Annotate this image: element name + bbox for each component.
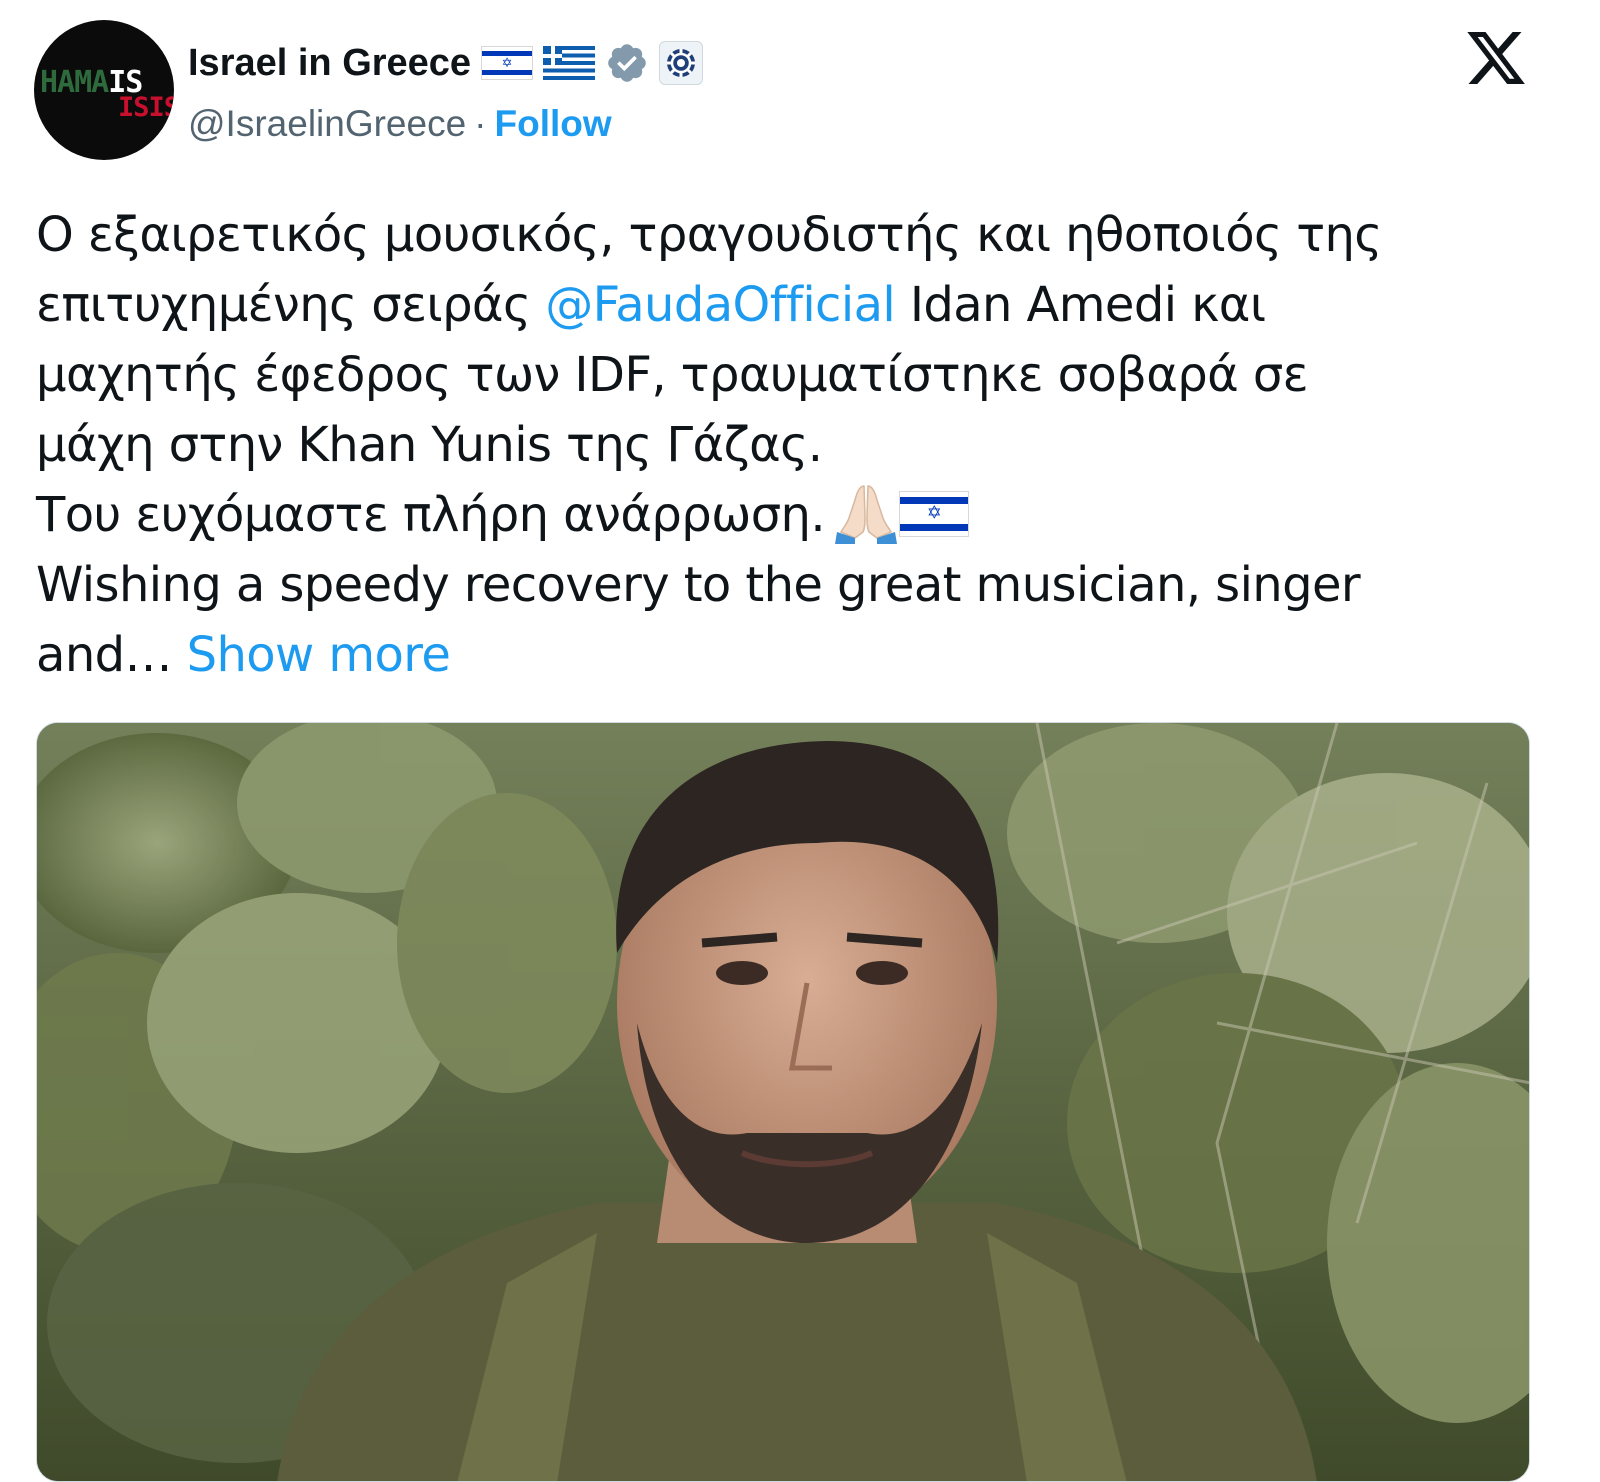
user-handle[interactable]: @IsraelinGreece xyxy=(188,103,466,145)
profile-avatar[interactable]: HAMAIS ISIS xyxy=(34,20,174,160)
mention-link[interactable]: @FaudaOfficial xyxy=(545,277,896,333)
tweet-line: Ο εξαιρετικός μουσικός, τραγουδιστής και… xyxy=(36,207,1382,263)
display-name[interactable]: Israel in Greece xyxy=(188,42,471,85)
tweet-line: Wishing a speedy recovery to the great m… xyxy=(36,557,1361,613)
tweet-text-segment: Του ευχόμαστε πλήρη ανάρρωση. xyxy=(36,487,826,543)
name-row: Israel in Greece ✡ xyxy=(188,38,704,88)
tweet-line: and… Show more xyxy=(36,620,1576,690)
tweet-text-segment: and… xyxy=(36,627,173,683)
x-logo-icon[interactable] xyxy=(1462,26,1530,90)
israel-flag-icon: ✡ xyxy=(481,46,534,80)
tweet-text-segment: Idan Amedi και xyxy=(909,277,1266,333)
photo-of-soldier-icon xyxy=(37,723,1529,1481)
tweet-media-photo[interactable] xyxy=(36,722,1530,1482)
tweet-text: Ο εξαιρετικός μουσικός, τραγουδιστής και… xyxy=(36,200,1576,690)
praying-hands-icon xyxy=(835,485,898,544)
tweet-line: μάχη στην Khan Yunis της Γάζας. xyxy=(36,417,823,473)
emblem-icon xyxy=(667,49,696,77)
greece-flag-icon xyxy=(543,46,596,80)
show-more-link[interactable]: Show more xyxy=(187,627,451,683)
avatar-text-bottom: ISIS xyxy=(118,92,174,123)
verified-badge-icon[interactable] xyxy=(605,41,649,85)
follow-button[interactable]: Follow xyxy=(495,103,612,145)
tweet-line: επιτυχημένης σειράς @FaudaOfficial Idan … xyxy=(36,270,1576,340)
israel-flag-icon: ✡ xyxy=(899,491,970,537)
tweet-line: μαχητής έφεδρος των IDF, τραυματίστηκε σ… xyxy=(36,347,1309,403)
separator-dot: · xyxy=(474,103,487,144)
affiliation-badge-icon[interactable] xyxy=(659,41,704,85)
tweet-line: Του ευχόμαστε πλήρη ανάρρωση. ✡ xyxy=(36,480,1576,550)
tweet-card: HAMAIS ISIS Israel in Greece ✡ @Israelin… xyxy=(0,0,1600,1482)
tweet-text-segment: επιτυχημένης σειράς xyxy=(36,277,531,333)
handle-row: @IsraelinGreece · Follow xyxy=(188,100,612,148)
